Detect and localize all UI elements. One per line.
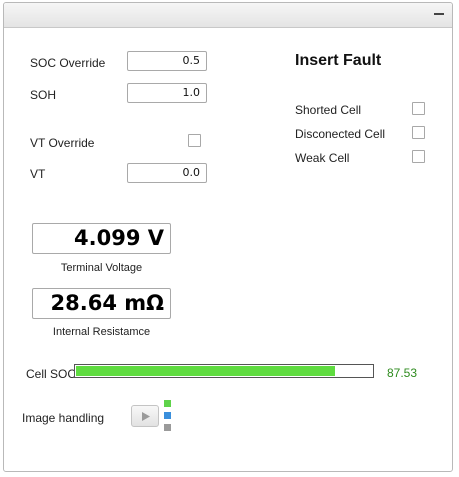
cell-soc-label: Cell SOC	[26, 367, 77, 381]
cell-soc-value: 87.53	[387, 366, 418, 380]
terminal-voltage-caption: Terminal Voltage	[60, 262, 143, 274]
cell-soc-progress-fill	[76, 366, 335, 376]
vt-label: VT	[30, 167, 46, 181]
image-handling-play-button[interactable]	[131, 405, 159, 427]
disconnected-cell-checkbox[interactable]	[412, 126, 425, 139]
fault-item-label: Weak Cell	[295, 151, 350, 165]
vt-input[interactable]: 0.0	[127, 163, 207, 183]
shorted-cell-checkbox[interactable]	[412, 102, 425, 115]
vt-override-checkbox[interactable]	[188, 134, 201, 147]
cell-soc-progress-bar	[74, 364, 374, 378]
blue-status-square	[164, 412, 171, 419]
fault-item-label: Shorted Cell	[295, 103, 362, 117]
title-bar	[4, 3, 452, 28]
weak-cell-checkbox[interactable]	[412, 150, 425, 163]
cell-panel: SOC Override 0.5 SOH 1.0 VT Override VT …	[3, 2, 453, 472]
terminal-voltage-readout: 4.099 V	[32, 223, 171, 254]
minimize-icon[interactable]	[434, 13, 444, 15]
insert-fault-title: Insert Fault	[295, 52, 382, 69]
internal-resistance-readout: 28.64 mΩ	[32, 288, 171, 319]
soc-override-input[interactable]: 0.5	[127, 51, 207, 71]
soc-override-label: SOC Override	[30, 56, 106, 70]
soh-input[interactable]: 1.0	[127, 83, 207, 103]
green-status-square	[164, 400, 171, 407]
internal-resistance-caption: Internal Resistamce	[52, 326, 151, 338]
gray-status-square	[164, 424, 171, 431]
vt-override-label: VT Override	[30, 136, 95, 150]
play-icon	[142, 412, 150, 421]
image-handling-label: Image handling	[22, 411, 105, 425]
fault-item-label: Disconected Cell	[295, 127, 386, 141]
soh-label: SOH	[30, 88, 57, 102]
